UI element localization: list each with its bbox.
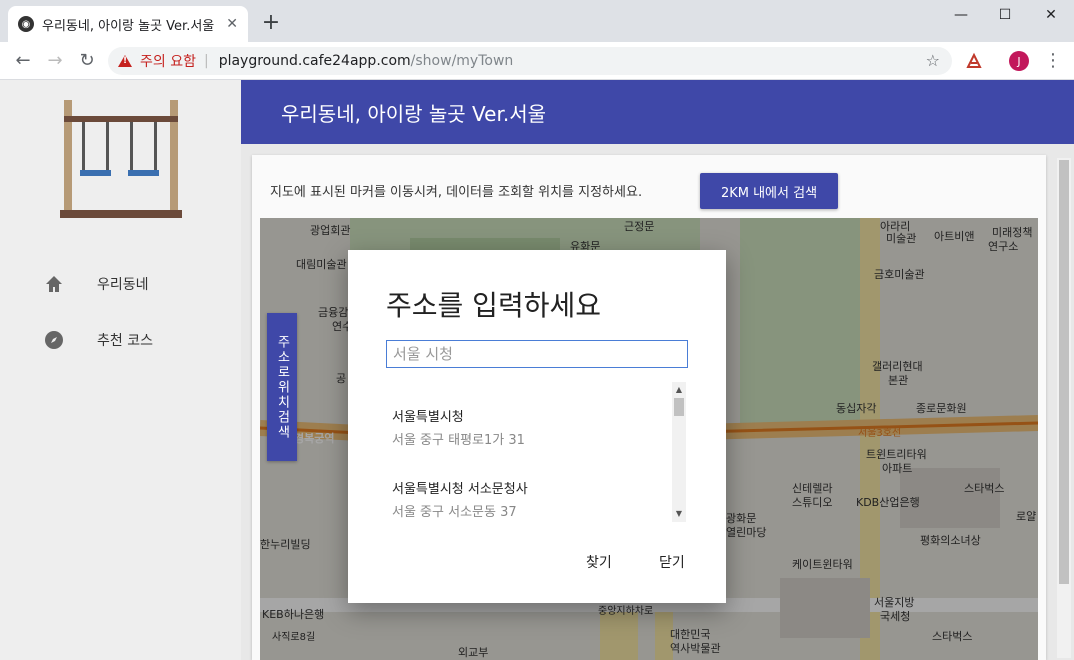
tab-title: 우리동네, 아이랑 놀곳 Ver.서울: [42, 18, 215, 34]
result-address: 서울 중구 태평로1가 31: [392, 433, 525, 448]
security-warning-label[interactable]: 주의 요함: [140, 51, 196, 71]
list-item[interactable]: 서울특별시청 서소문청사 서울 중구 서소문동 37: [392, 478, 662, 520]
sidebar: 우리동네 추천 코스: [0, 80, 241, 660]
browser-titlebar: ◉ 우리동네, 아이랑 놀곳 Ver.서울 ✕ + — ☐ ✕: [0, 0, 1074, 42]
result-name: 서울특별시청 서소문청사: [392, 482, 528, 497]
browser-menu-icon[interactable]: ⋮: [1044, 50, 1062, 71]
url-path: /show/myTown: [410, 53, 514, 69]
result-name: 서울특별시청: [392, 410, 464, 425]
address-results-list[interactable]: 서울특별시청 서울 중구 태평로1가 31 서울특별시청 서소문청사 서울 중구…: [386, 380, 688, 522]
app-header: 우리동네, 아이랑 놀곳 Ver.서울: [241, 80, 1074, 144]
swing-logo-icon: [60, 100, 182, 218]
scroll-up-icon[interactable]: ▲: [672, 384, 686, 396]
page-scrollbar-thumb[interactable]: [1059, 160, 1069, 584]
home-icon: [46, 276, 62, 292]
search-2km-button[interactable]: 2KM 내에서 검색: [700, 173, 838, 209]
site-favicon-icon: ◉: [18, 16, 34, 32]
address-search-vertical-button[interactable]: 주소로위치검색: [267, 313, 297, 461]
sidebar-item-my-town[interactable]: 우리동네: [0, 266, 241, 302]
window-close-button[interactable]: ✕: [1028, 0, 1074, 30]
scroll-down-icon[interactable]: ▼: [672, 508, 686, 520]
results-scrollbar-thumb[interactable]: [674, 398, 684, 416]
result-address: 서울 중구 서소문동 37: [392, 505, 517, 520]
warning-icon: [118, 55, 132, 67]
profile-avatar[interactable]: J: [1009, 51, 1029, 71]
back-arrow-icon[interactable]: ←: [10, 48, 36, 74]
close-button[interactable]: 닫기: [659, 552, 685, 572]
reload-icon[interactable]: ↻: [74, 48, 100, 74]
find-button[interactable]: 찾기: [586, 552, 612, 572]
browser-tab[interactable]: ◉ 우리동네, 아이랑 놀곳 Ver.서울 ✕: [8, 6, 248, 42]
sidebar-item-recommended-course[interactable]: 추천 코스: [0, 322, 241, 358]
window-maximize-button[interactable]: ☐: [982, 0, 1028, 30]
new-tab-button[interactable]: +: [258, 10, 284, 36]
address-dialog: 주소를 입력하세요 서울특별시청 서울 중구 태평로1가 31 서울특별시청 서…: [348, 250, 726, 603]
compass-icon: [45, 331, 63, 349]
window-minimize-button[interactable]: —: [938, 0, 984, 30]
sidebar-item-label: 우리동네: [97, 277, 149, 293]
dialog-title: 주소를 입력하세요: [386, 289, 601, 322]
address-input[interactable]: [386, 340, 688, 368]
page-title: 우리동네, 아이랑 놀곳 Ver.서울: [281, 102, 547, 126]
instruction-text: 지도에 표시된 마커를 이동시켜, 데이터를 조회할 위치를 지정하세요.: [270, 185, 643, 200]
address-bar[interactable]: 주의 요함 | playground.cafe24app.com/show/my…: [108, 47, 952, 75]
pdf-extension-icon[interactable]: [964, 51, 984, 71]
bookmark-star-icon[interactable]: ☆: [926, 51, 940, 70]
sidebar-item-label: 추천 코스: [97, 333, 153, 349]
list-item[interactable]: 서울특별시청 서울 중구 태평로1가 31: [392, 406, 662, 448]
forward-arrow-icon[interactable]: →: [42, 48, 68, 74]
url-host: playground.cafe24app.com: [218, 53, 411, 69]
tab-close-icon[interactable]: ✕: [226, 16, 238, 32]
browser-toolbar: ← → ↻ 주의 요함 | playground.cafe24app.com/s…: [0, 42, 1074, 80]
